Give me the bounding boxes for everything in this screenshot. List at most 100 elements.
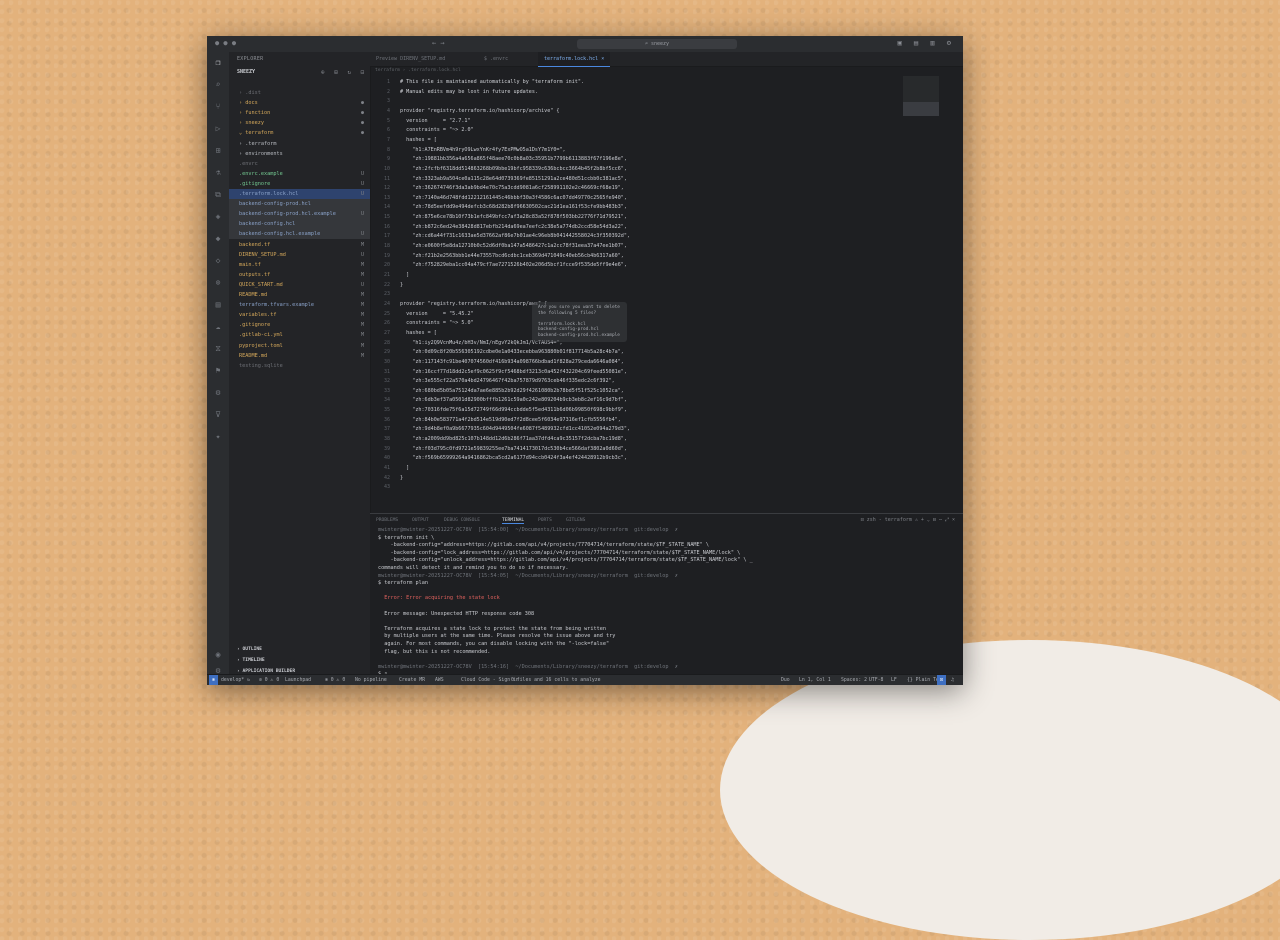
file-tree-item[interactable]: variables.tf M	[229, 310, 370, 320]
source-control-icon[interactable]: ⑂	[213, 102, 223, 112]
code-line: "zh:9d4b8ef0a9b6677935c604d9449504fe6087…	[400, 426, 631, 433]
filter-icon[interactable]: ⊽	[213, 410, 223, 420]
status-item-left[interactable]: 0 files and 16 cells to analyze	[511, 675, 601, 685]
file-tree-item[interactable]: backend-config-prod.hcl	[229, 199, 370, 210]
line-number: 12	[383, 185, 390, 192]
git-status-badge: M	[360, 302, 364, 309]
git-status-badge: M	[360, 342, 364, 349]
file-tree-item[interactable]: › .dist	[229, 88, 370, 98]
aws-icon[interactable]: ◇	[213, 256, 223, 266]
timeline-icon[interactable]: ⧖	[213, 344, 223, 354]
file-tree-item[interactable]: backend-config-prod.hcl.example U	[229, 209, 370, 220]
file-tree-item[interactable]: .envrc.example U	[229, 169, 370, 179]
file-tree-item[interactable]: README.md M	[229, 290, 370, 300]
status-item-left[interactable]: ↻	[247, 675, 250, 685]
file-tree-item[interactable]: .envrc	[229, 159, 370, 169]
file-tree-label: README.md	[239, 352, 268, 359]
tab-ports[interactable]: PORTS	[538, 518, 552, 523]
file-tree-item[interactable]: testing.sqlite	[229, 361, 370, 371]
file-tree-item[interactable]: DIRENV_SETUP.md U	[229, 250, 370, 260]
gitlab-icon[interactable]: ◆	[213, 234, 223, 244]
status-item-left[interactable]: ⊗	[209, 675, 218, 685]
minimap-slider[interactable]	[903, 102, 939, 116]
run-debug-icon[interactable]: ▷	[213, 124, 223, 134]
status-item-right[interactable]: ♫	[951, 675, 954, 685]
testing-icon[interactable]: ⚗	[213, 168, 223, 178]
status-item-left[interactable]: AWS	[435, 675, 444, 685]
file-tree-item[interactable]: .gitlab-ci.yml M	[229, 330, 370, 340]
tools-icon[interactable]: ✦	[213, 432, 223, 442]
status-item-right[interactable]: Spaces: 2	[841, 675, 867, 685]
cloud-icon[interactable]: ☁	[213, 322, 223, 332]
extensions-icon[interactable]: ⊞	[213, 146, 223, 156]
tab-debug-console[interactable]: DEBUG CONSOLE	[444, 518, 480, 523]
line-number: 4	[386, 107, 390, 114]
status-item-right[interactable]: ⊡	[937, 675, 946, 685]
status-item-right[interactable]: LF	[891, 675, 897, 685]
database-icon[interactable]: ⊚	[213, 278, 223, 288]
file-tree-item[interactable]: backend-config.hcl.example U	[229, 229, 370, 240]
timeline-section[interactable]: › TIMELINE	[237, 658, 265, 663]
terraform-icon[interactable]: ▤	[213, 300, 223, 310]
file-tree-item[interactable]: pyproject.toml M	[229, 341, 370, 351]
explorer-icon[interactable]: ❐	[213, 58, 223, 68]
file-tree-item[interactable]: › environments	[229, 149, 370, 159]
file-tree-item[interactable]: › function ●	[229, 108, 370, 118]
line-number: 11	[383, 175, 390, 182]
bookmark-icon[interactable]: ⚑	[213, 366, 223, 376]
line-number: 18	[383, 243, 390, 250]
search-icon[interactable]: ⌕	[213, 80, 223, 90]
docker-icon[interactable]: ◈	[213, 212, 223, 222]
command-center-search[interactable]: ⌕ sneezy	[577, 39, 737, 49]
account-icon[interactable]: ◉	[213, 650, 223, 660]
status-item-left[interactable]: Create MR	[399, 675, 425, 685]
file-tree-item[interactable]: .gitignore M	[229, 320, 370, 330]
code-line: provider "registry.terraform.io/hashicor…	[400, 300, 548, 307]
terminal-controls[interactable]: ⊡ zsh - terraform ⚠ + ⌄ ⊟ ⋯ ⤢ ×	[861, 517, 955, 523]
file-tree-item[interactable]: ⌄ terraform ●	[229, 128, 370, 138]
copilot-icon[interactable]: ⚙	[213, 388, 223, 398]
traffic-lights[interactable]: ● ● ●	[215, 39, 236, 47]
status-item-left[interactable]: Launchpad	[285, 675, 311, 685]
project-name[interactable]: SNEEZY	[237, 69, 255, 75]
status-item-right[interactable]: Ln 1, Col 1	[799, 675, 831, 685]
git-status-badge: ●	[360, 120, 364, 127]
file-tree-item[interactable]: main.tf M	[229, 260, 370, 270]
explorer-tool-icons[interactable]: ⊕ ⊞ ↻ ⊟	[321, 69, 367, 76]
file-tree-item[interactable]: terraform.tfvars.example M	[229, 300, 370, 310]
tab-terminal[interactable]: TERMINAL	[502, 518, 525, 524]
file-tree-item[interactable]: backend-config.hcl	[229, 219, 370, 230]
code-line: "zh:362674746f3da3ab9bd4e70c75a3cdd9081a…	[400, 185, 624, 192]
tab-terraform-lock[interactable]: terraform.lock.hcl ×	[538, 52, 611, 67]
status-item-right[interactable]: Duo	[781, 675, 790, 685]
code-line: "zh:2fcfbf6318dd514863268b09bbe19bfc9583…	[400, 165, 627, 172]
status-item-left[interactable]: No pipeline	[355, 675, 387, 685]
tab-envrc[interactable]: $ .envrc	[478, 52, 514, 66]
tab-output[interactable]: OUTPUT	[412, 518, 429, 523]
nav-arrows[interactable]: ← →	[432, 39, 445, 47]
tab-direnv-preview[interactable]: Preview DIRENV_SETUP.md	[370, 52, 451, 66]
file-tree-item[interactable]: README.md M	[229, 351, 370, 361]
remote-icon[interactable]: ⧉	[213, 190, 223, 200]
file-tree-item[interactable]: backend.tf M	[229, 240, 370, 250]
code-line: "zh:680bd5b05a75124da7ae6e885b2b92d29f42…	[400, 387, 624, 394]
code-editor[interactable]: 1 # This file is maintained automatically…	[370, 76, 963, 516]
file-tree-item[interactable]: › sneezy ●	[229, 118, 370, 128]
status-item-left[interactable]: ⊗ 0 ⚠ 0	[325, 675, 345, 685]
file-tree-label: README.md	[239, 292, 268, 298]
status-item-left[interactable]: develop*	[221, 675, 244, 685]
status-item-left[interactable]: ⊘ 0 ⚠ 0	[259, 675, 279, 685]
tab-problems[interactable]: PROBLEMS	[376, 518, 398, 523]
breadcrumb[interactable]: terraform › .terraform.lock.hcl	[375, 68, 461, 73]
file-tree-item[interactable]: .terraform.lock.hcl U	[229, 189, 370, 199]
file-tree-item[interactable]: › docs ●	[229, 98, 370, 108]
status-item-right[interactable]: UTF-8	[869, 675, 883, 685]
file-tree-item[interactable]: QUICK_START.md U	[229, 280, 370, 290]
file-tree-item[interactable]: outputs.tf M	[229, 270, 370, 280]
file-tree-item[interactable]: .gitignore U	[229, 179, 370, 189]
layout-icons[interactable]: ▣ ▤ ▥ ⚙	[897, 39, 955, 47]
outline-section[interactable]: › OUTLINE	[237, 647, 262, 652]
file-tree-item[interactable]: › .terraform	[229, 139, 370, 149]
tab-gitlens[interactable]: GITLENS	[566, 518, 585, 523]
git-status-badge: U	[360, 281, 364, 288]
